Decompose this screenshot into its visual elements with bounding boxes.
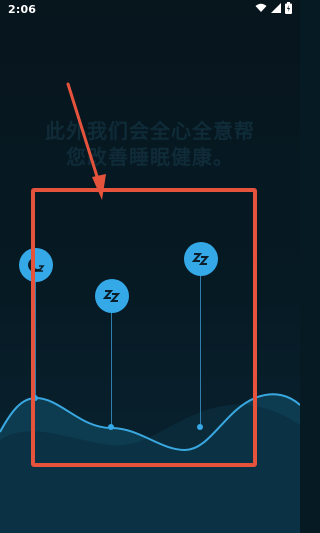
annotation-arrow-icon — [66, 82, 106, 200]
onboarding-screen: 2:06 此外我们会全心全意帮您改善睡眠健康。 — [0, 0, 300, 533]
annotation-highlight-box — [31, 188, 257, 467]
